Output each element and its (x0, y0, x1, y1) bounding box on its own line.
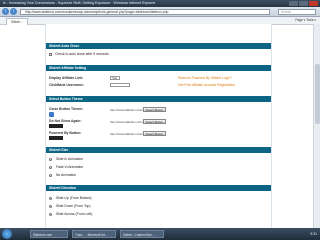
auto-close-row: Check to auto close after 5 seconds (49, 52, 109, 56)
powered-by-label: Powered By Button: (49, 131, 82, 135)
direction-option-0-label: Slide Up (From Bottom) (55, 196, 92, 200)
taskbar-item[interactable]: Slideb...Custom Box... (120, 230, 164, 238)
display-link-label: Display Affiliate Link: (49, 76, 84, 80)
dont-show-preview-image (49, 124, 63, 128)
close-theme-url: http://www.slidebox.com/ (110, 108, 144, 112)
back-icon[interactable]: ‹ (2, 8, 9, 15)
dont-show-url: http://www.slidebox.com/ (110, 120, 144, 124)
start-button-icon[interactable] (2, 229, 12, 239)
auto-close-label: Check to auto close after 5 seconds (54, 52, 109, 56)
remove-logo-link[interactable]: Remove Powered By Sliderit Logo? (178, 76, 232, 80)
display-link-select[interactable]: Yes (110, 76, 120, 80)
window-titlebar: ie - Increasing Your Conversions - Squee… (0, 0, 320, 7)
window-controls (289, 1, 318, 6)
size-option-row: No Animation (49, 173, 76, 177)
size-option-2-label: No Animation (55, 173, 77, 177)
close-window-button[interactable] (309, 1, 318, 6)
powered-by-url: http://www.slidebox.com/ (110, 132, 144, 136)
powered-by-preview-image (49, 136, 63, 140)
direction-option-2-label: Slide Across (From Left) (55, 212, 93, 216)
direction-option-0-radio[interactable] (49, 196, 52, 200)
close-button-preview-icon (49, 112, 54, 117)
size-option-2-radio[interactable] (49, 173, 52, 177)
direction-option-1-radio[interactable] (49, 204, 52, 208)
dont-show-select-button[interactable]: Select Button (143, 119, 166, 124)
section-direction-header: Sliderit Direction (46, 185, 271, 191)
section-affiliate-header: Sliderit Affiliate Setting (46, 65, 271, 71)
system-clock: 9:31 (310, 232, 317, 236)
address-bar[interactable]: http://www.slidebox.com/wordpress/wp-adm… (20, 8, 270, 15)
direction-option-row: Slide Up (From Bottom) (49, 196, 92, 200)
scrollbar-thumb[interactable] (315, 64, 320, 124)
forward-icon[interactable]: › (10, 8, 17, 15)
section-auto-close-header: Sliderit Auto Close (46, 43, 271, 49)
direction-option-row: Slide Down (From Top) (49, 204, 91, 208)
close-theme-select-button[interactable]: Select Button (143, 107, 166, 112)
direction-option-row: Slide Across (From Left) (49, 212, 92, 216)
size-option-0-label: Slide In Animation (55, 157, 84, 161)
window-title: ie - Increasing Your Conversions - Squee… (3, 1, 156, 5)
settings-page: Sliderit Auto Close Check to auto close … (45, 24, 272, 228)
clickbank-label: ClickBank Username: (49, 83, 84, 87)
dont-show-label: Do Not Show Again: (49, 119, 82, 123)
vertical-scrollbar[interactable] (313, 24, 320, 228)
taskbar-item[interactable]: Tutor... - Microsoft Int... (72, 230, 116, 238)
direction-option-2-radio[interactable] (49, 212, 52, 216)
clickbank-input[interactable] (110, 83, 130, 87)
close-theme-label: Close Button Theme: (49, 107, 84, 111)
navigation-bar: ‹ › http://www.slidebox.com/wordpress/wp… (0, 7, 320, 17)
size-option-1-label: Fade In Animation (55, 165, 84, 169)
maximize-button[interactable] (299, 1, 308, 6)
affiliate-registration-link[interactable]: Get Free Affiliate Account Registration (178, 83, 235, 87)
direction-option-1-label: Slide Down (From Top) (55, 204, 91, 208)
taskbar: Slidebox.com Tutor... - Microsoft Int...… (0, 228, 320, 240)
search-input[interactable]: Search (278, 8, 316, 15)
section-button-theme-header: Select Button Theme (46, 96, 271, 102)
auto-close-checkbox[interactable] (49, 52, 52, 56)
size-option-row: Fade In Animation (49, 165, 83, 169)
size-option-row: Slide In Animation (49, 157, 83, 161)
command-bar[interactable]: Page ▾ Tools ▾ (295, 17, 316, 24)
taskbar-item[interactable]: Slidebox.com (30, 230, 68, 238)
powered-by-select-button[interactable]: Select Button (143, 131, 166, 136)
active-tab[interactable]: Slideb... (6, 18, 28, 25)
minimize-button[interactable] (289, 1, 298, 6)
size-option-1-radio[interactable] (49, 165, 52, 169)
size-option-0-radio[interactable] (49, 157, 52, 161)
section-size-header: Sliderit Size (46, 147, 271, 153)
